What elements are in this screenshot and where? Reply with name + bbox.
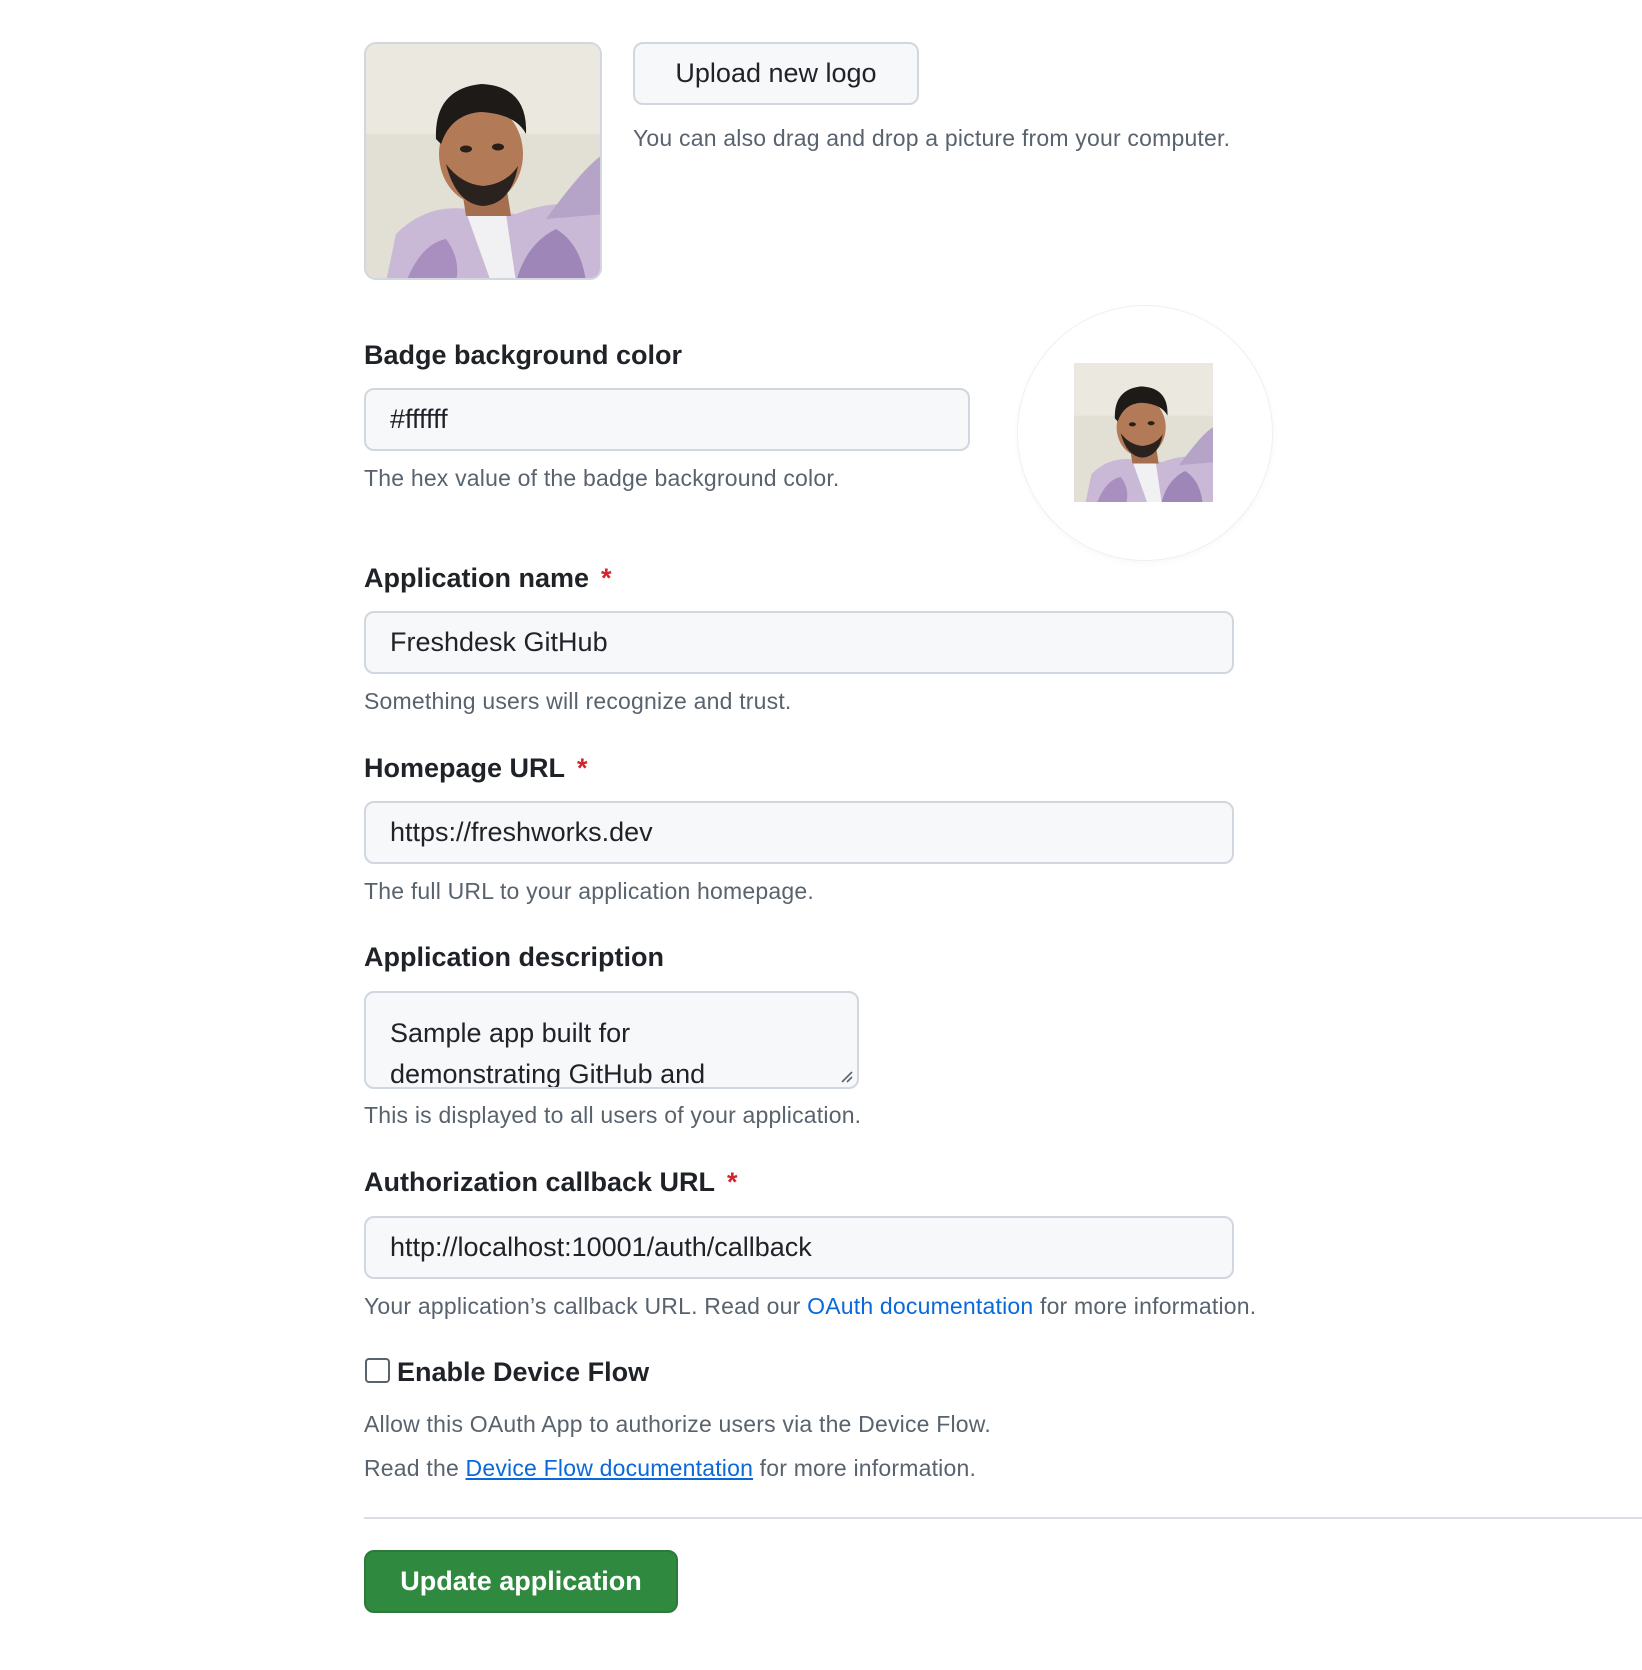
- homepage-url-hint: The full URL to your application homepag…: [364, 878, 814, 904]
- callback-hint-prefix: Your application’s callback URL. Read ou…: [364, 1293, 808, 1319]
- app-name-input[interactable]: [364, 611, 1234, 674]
- badge-color-input[interactable]: [364, 388, 970, 451]
- oauth-documentation-link[interactable]: OAuth documentation: [807, 1293, 1033, 1319]
- logo-drag-hint: You can also drag and drop a picture fro…: [633, 125, 1231, 151]
- homepage-url-label: Homepage URL *: [364, 753, 588, 784]
- badge-color-hint: The hex value of the badge background co…: [364, 465, 840, 491]
- update-application-button[interactable]: Update application: [364, 1550, 678, 1613]
- avatar-photo-icon: [366, 44, 600, 278]
- callback-url-input[interactable]: [364, 1216, 1234, 1279]
- app-logo-preview: [364, 42, 602, 280]
- device-flow-read-more: Read the Device Flow documentation for m…: [364, 1455, 976, 1482]
- callback-url-label-text: Authorization callback URL: [364, 1167, 716, 1197]
- app-description-hint: This is displayed to all users of your a…: [364, 1102, 862, 1128]
- device-flow-documentation-link[interactable]: Device Flow documentation: [466, 1455, 754, 1481]
- homepage-url-input[interactable]: [364, 801, 1234, 864]
- required-mark: *: [577, 753, 588, 783]
- resize-grip-icon[interactable]: [839, 1069, 853, 1083]
- required-mark: *: [727, 1167, 738, 1197]
- homepage-url-label-text: Homepage URL: [364, 753, 566, 783]
- device-flow-read-suffix: for more information.: [753, 1455, 977, 1481]
- callback-url-label: Authorization callback URL *: [364, 1167, 738, 1198]
- callback-hint-suffix: for more information.: [1033, 1293, 1257, 1319]
- device-flow-read-prefix: Read the: [364, 1455, 466, 1481]
- enable-device-flow-checkbox[interactable]: [365, 1358, 390, 1383]
- app-name-label: Application name *: [364, 563, 612, 594]
- device-flow-hint: Allow this OAuth App to authorize users …: [364, 1411, 991, 1437]
- badge-preview-logo: [1074, 363, 1213, 502]
- app-name-hint: Something users will recognize and trust…: [364, 688, 792, 714]
- form-divider: [364, 1517, 1642, 1519]
- app-description-textarea[interactable]: Sample app built for demonstrating GitHu…: [364, 991, 859, 1089]
- required-mark: *: [601, 563, 612, 593]
- app-description-line: Sample app built for: [390, 1018, 631, 1048]
- app-description-label: Application description: [364, 942, 665, 972]
- callback-url-hint: Your application’s callback URL. Read ou…: [364, 1293, 1256, 1320]
- app-name-label-text: Application name: [364, 563, 590, 593]
- upload-logo-button[interactable]: Upload new logo: [633, 42, 919, 105]
- app-description-line: demonstrating GitHub and: [390, 1059, 706, 1089]
- avatar-photo-icon: [1074, 363, 1213, 502]
- enable-device-flow-label[interactable]: Enable Device Flow: [397, 1357, 649, 1388]
- badge-color-label: Badge background color: [364, 340, 683, 370]
